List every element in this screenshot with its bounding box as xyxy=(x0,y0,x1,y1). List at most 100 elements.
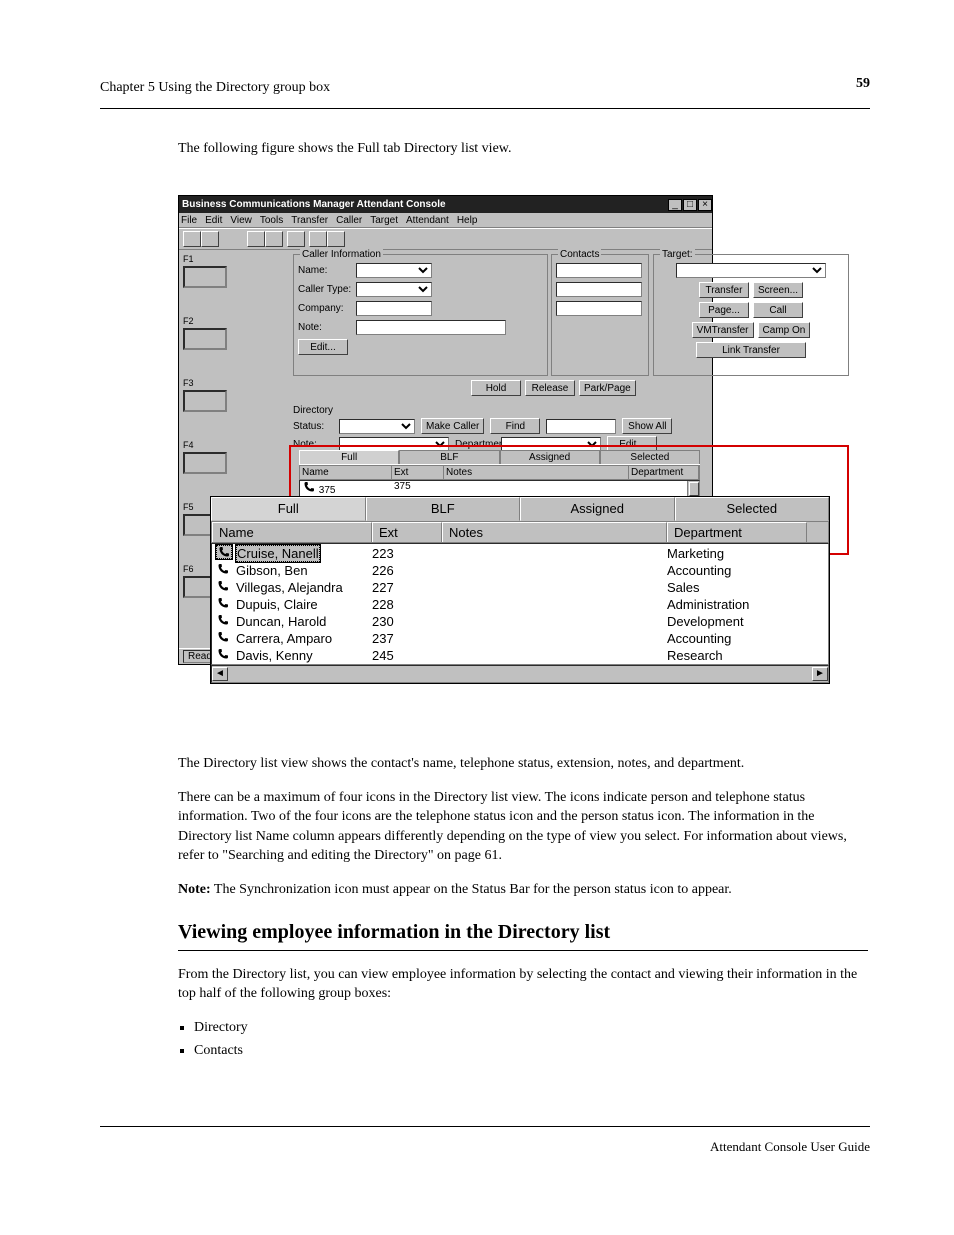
toolbar-icon[interactable] xyxy=(309,231,327,247)
close-icon[interactable]: × xyxy=(698,199,712,211)
makecaller-button[interactable]: Make Caller xyxy=(421,418,484,434)
transfer-button[interactable]: Transfer xyxy=(699,282,749,298)
target-legend: Target: xyxy=(660,249,695,260)
loop-button[interactable] xyxy=(183,266,227,288)
parkpage-button[interactable]: Park/Page xyxy=(579,380,636,396)
col-notes[interactable]: Notes xyxy=(444,466,629,479)
zoom-col-dept[interactable]: Department xyxy=(667,522,807,542)
menu-edit[interactable]: Edit xyxy=(205,215,222,226)
menu-target[interactable]: Target xyxy=(370,215,398,226)
vmtransfer-button[interactable]: VMTransfer xyxy=(692,322,754,338)
zoom-tab-full[interactable]: Full xyxy=(211,497,366,521)
col-name[interactable]: Name xyxy=(300,466,392,479)
zoom-tab-assigned[interactable]: Assigned xyxy=(520,497,675,521)
phone-icon xyxy=(216,563,232,575)
col-dept[interactable]: Department xyxy=(629,466,699,479)
table-row[interactable]: Davis, Kenny245Research xyxy=(212,647,828,664)
menu-view[interactable]: View xyxy=(230,215,252,226)
toolbar-icon[interactable] xyxy=(265,231,283,247)
menu-attendant[interactable]: Attendant xyxy=(406,215,449,226)
paragraph: The Directory list view shows the contac… xyxy=(178,754,868,774)
toolbar-icon[interactable] xyxy=(247,231,265,247)
chapter-title: Chapter 5 Using the Directory group box xyxy=(100,80,330,95)
col-ext[interactable]: Ext xyxy=(392,466,444,479)
directory-group: Directory Status: Make Caller Find Show … xyxy=(293,405,708,454)
menu-transfer[interactable]: Transfer xyxy=(291,215,328,226)
tab-blf[interactable]: BLF xyxy=(399,450,499,464)
menu-caller[interactable]: Caller xyxy=(336,215,362,226)
list-item[interactable]: 375375 xyxy=(300,481,699,496)
hold-button[interactable]: Hold xyxy=(471,380,521,396)
table-row[interactable]: Villegas, Alejandra227Sales xyxy=(212,579,828,596)
find-button[interactable]: Find xyxy=(490,418,540,434)
linktransfer-button[interactable]: Link Transfer xyxy=(696,342,806,358)
caller-type-select[interactable] xyxy=(356,282,432,297)
scroll-right-icon[interactable]: ► xyxy=(812,667,828,681)
zoom-tab-blf[interactable]: BLF xyxy=(366,497,521,521)
toolbar-in-icon[interactable] xyxy=(183,231,201,247)
zoom-col-notes[interactable]: Notes xyxy=(442,522,667,542)
scroll-left-icon[interactable]: ◄ xyxy=(212,667,228,681)
call-button[interactable]: Call xyxy=(753,302,803,318)
screen-button[interactable]: Screen... xyxy=(753,282,803,298)
minimize-icon[interactable]: _ xyxy=(668,199,682,211)
loop-button[interactable] xyxy=(183,452,227,474)
contact-input[interactable] xyxy=(556,263,642,278)
scroll-thumb[interactable] xyxy=(689,482,699,496)
page-button[interactable]: Page... xyxy=(699,302,749,318)
phone-icon xyxy=(302,481,316,493)
loop-label: F4 xyxy=(183,440,289,450)
title-bar[interactable]: Business Communications Manager Attendan… xyxy=(179,196,712,213)
loop-button[interactable] xyxy=(183,328,227,350)
bullet-item: Contacts xyxy=(194,1041,868,1061)
horizontal-scrollbar[interactable]: ◄ ► xyxy=(211,665,829,683)
loop-button[interactable] xyxy=(183,390,227,412)
zoom-col-name[interactable]: Name xyxy=(212,522,372,542)
tab-assigned[interactable]: Assigned xyxy=(500,450,600,464)
note-input[interactable] xyxy=(356,320,506,335)
loop-label: F3 xyxy=(183,378,289,388)
table-row[interactable]: Gibson, Ben226Accounting xyxy=(212,562,828,579)
table-row[interactable]: Cruise, Nanell223Marketing xyxy=(212,544,828,562)
name-select[interactable] xyxy=(356,263,432,278)
note-text: The Synchronization icon must appear on … xyxy=(214,882,732,897)
caller-info-legend: Caller Information xyxy=(300,249,383,260)
zoom-tab-selected[interactable]: Selected xyxy=(675,497,830,521)
release-button[interactable]: Release xyxy=(525,380,575,396)
toolbar-out-icon[interactable] xyxy=(201,231,219,247)
footer-text: Attendant Console User Guide xyxy=(710,1139,870,1155)
phone-icon xyxy=(216,614,232,626)
intro-text: The following figure shows the Full tab … xyxy=(178,140,868,159)
company-input[interactable] xyxy=(356,301,432,316)
tab-selected[interactable]: Selected xyxy=(600,450,700,464)
note-label: Note: xyxy=(298,322,356,333)
campon-button[interactable]: Camp On xyxy=(758,322,811,338)
edit-button[interactable]: Edit... xyxy=(298,339,348,355)
zoom-list[interactable]: Cruise, Nanell223MarketingGibson, Ben226… xyxy=(211,543,829,665)
target-select[interactable] xyxy=(676,263,826,278)
toolbar-icon[interactable] xyxy=(287,231,305,247)
zoom-col-ext[interactable]: Ext xyxy=(372,522,442,542)
menu-tools[interactable]: Tools xyxy=(260,215,283,226)
menu-bar[interactable]: File Edit View Tools Transfer Caller Tar… xyxy=(179,213,712,228)
toolbar-icon[interactable] xyxy=(327,231,345,247)
paragraph: There can be a maximum of four icons in … xyxy=(178,788,868,866)
menu-file[interactable]: File xyxy=(181,215,197,226)
find-input[interactable] xyxy=(546,419,616,434)
target-group: Target: TransferScreen... Page...Call VM… xyxy=(653,254,849,376)
contact-input[interactable] xyxy=(556,282,642,297)
menu-help[interactable]: Help xyxy=(457,215,478,226)
note-label: Note: xyxy=(178,882,211,897)
maximize-icon[interactable]: □ xyxy=(683,199,697,211)
contact-input[interactable] xyxy=(556,301,642,316)
table-row[interactable]: Duncan, Harold230Development xyxy=(212,613,828,630)
phone-icon xyxy=(216,597,232,609)
table-row[interactable]: Carrera, Amparo237Accounting xyxy=(212,630,828,647)
tab-full[interactable]: Full xyxy=(299,450,399,464)
bullet-item: Directory xyxy=(194,1018,868,1038)
phone-icon xyxy=(216,631,232,643)
app-title: Business Communications Manager Attendan… xyxy=(182,199,446,210)
table-row[interactable]: Dupuis, Claire228Administration xyxy=(212,596,828,613)
showall-button[interactable]: Show All xyxy=(622,418,672,434)
status-select[interactable] xyxy=(339,419,415,434)
